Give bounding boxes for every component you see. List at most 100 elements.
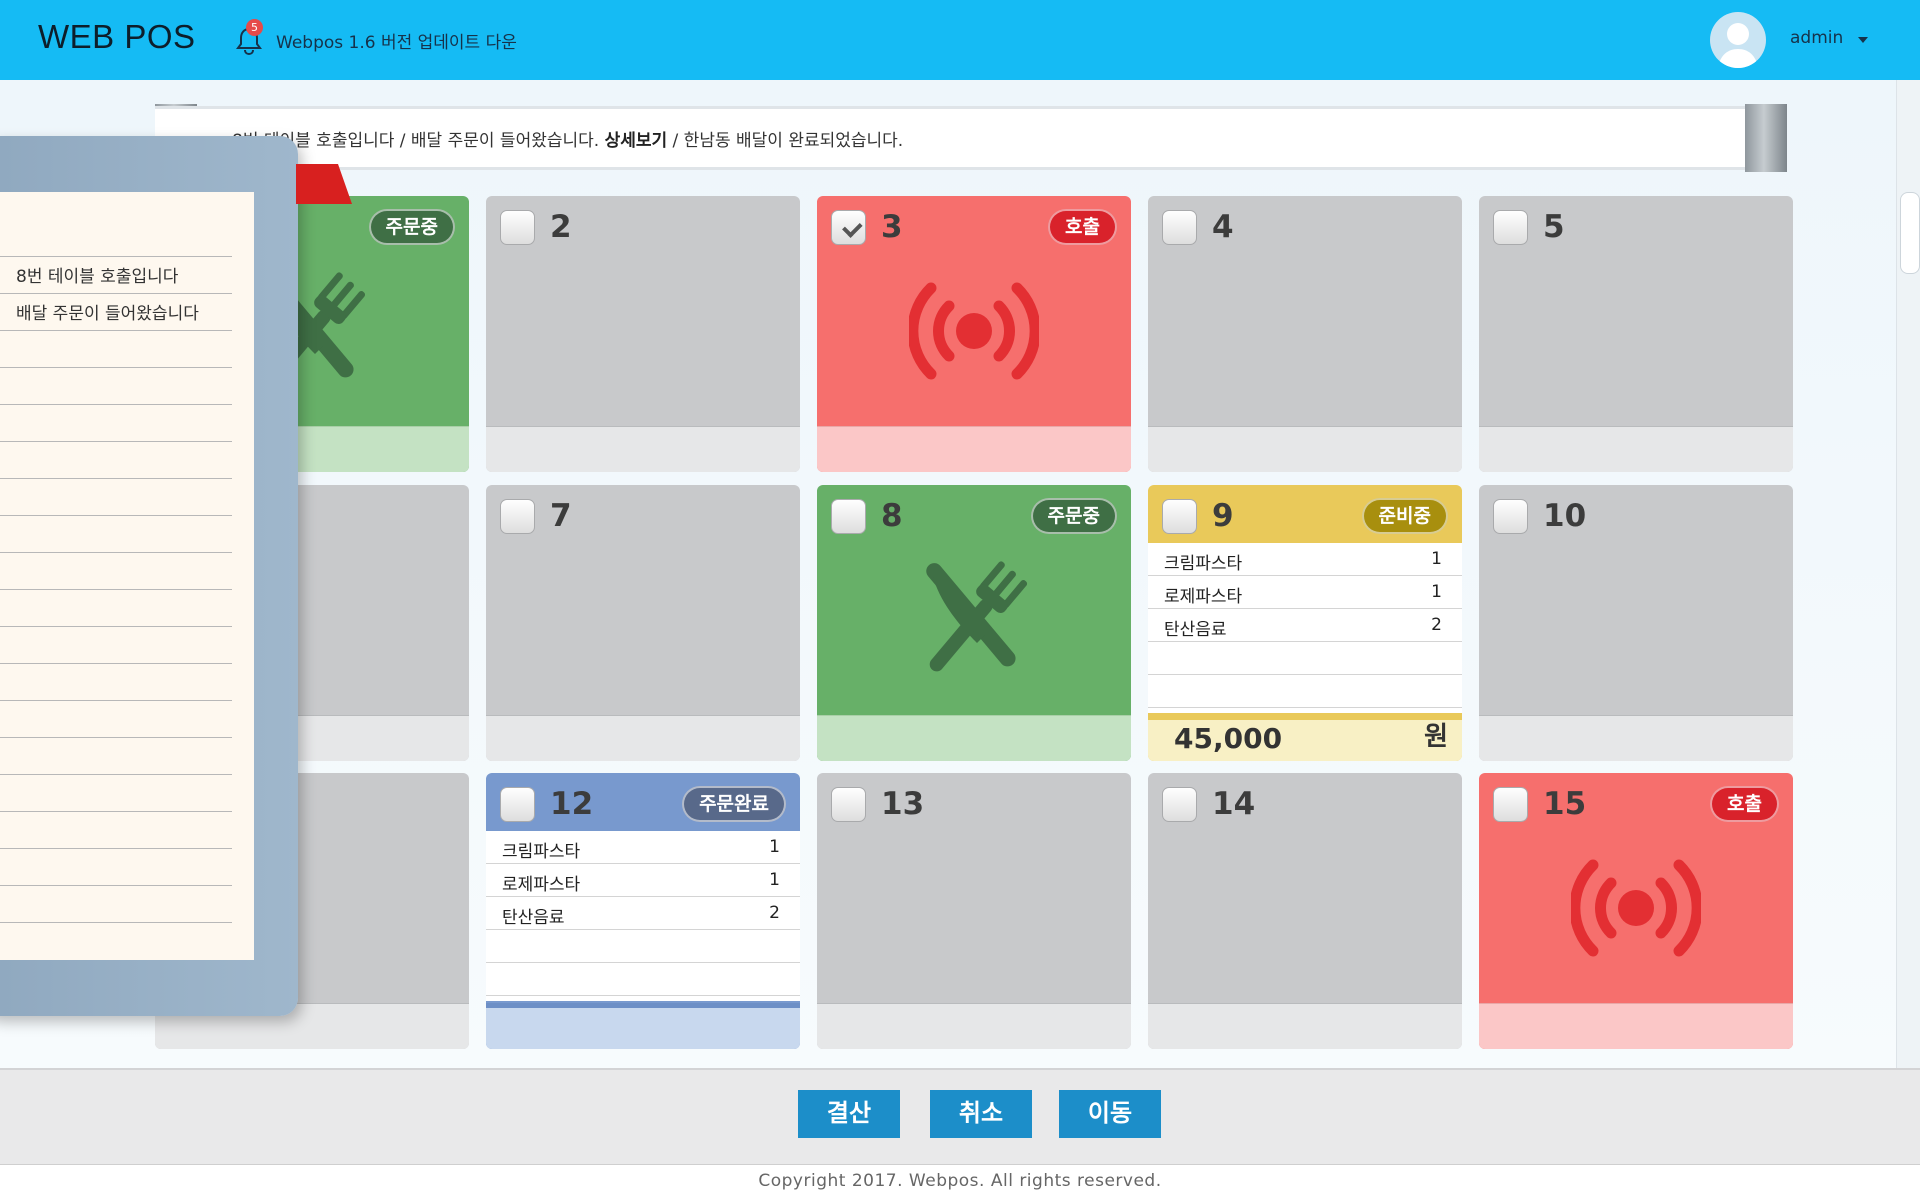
order-row [486,963,800,996]
table-footer [486,426,800,472]
table-card-12[interactable]: 12 주문완료 크림파스타 1 로제파스타 1 탄산음료 2 [486,773,800,1049]
order-item-name: 로제파스타 [502,875,581,895]
table-checkbox[interactable] [1162,787,1197,822]
table-number: 14 [1212,786,1256,822]
table-card-15[interactable]: 15 호출 [1479,773,1793,1049]
order-item-qty: 2 [1431,615,1442,635]
table-checkbox[interactable] [1162,210,1197,245]
memo-line [0,663,232,664]
ticker-detail-link[interactable]: 상세보기 [605,131,668,151]
memo-line [0,330,232,331]
table-card-10[interactable]: 10 [1479,485,1793,761]
table-checkbox[interactable] [831,210,866,245]
settle-button[interactable]: 결산 [798,1090,900,1138]
table-checkbox[interactable] [1493,499,1528,534]
memo-line [0,700,232,701]
memo-line [0,552,232,553]
order-item-qty: 2 [769,903,780,923]
table-footer [1479,1003,1793,1049]
cancel-button[interactable]: 취소 [930,1090,1032,1138]
order-row: 로제파스타 1 [486,864,800,897]
table-number: 13 [881,786,925,822]
table-card-9[interactable]: 9 준비중 크림파스타 1 로제파스타 1 탄산음료 2 45,000 원 [1148,485,1462,761]
order-item-name: 크림파스타 [502,842,581,862]
table-number: 7 [550,498,572,534]
ticker-right-cap [1745,104,1787,172]
order-total: 45,000 [1174,722,1283,755]
table-checkbox[interactable] [831,499,866,534]
memo-line [0,589,232,590]
table-number: 5 [1543,209,1565,245]
table-status-badge: 주문중 [1030,498,1117,534]
caret-down-icon[interactable] [1858,37,1868,43]
user-silhouette-icon [1718,23,1758,68]
table-number: 9 [1212,498,1234,534]
ticker-message-end: / 한남동 배달이 완료되었습니다. [667,131,904,151]
table-checkbox[interactable] [1493,210,1528,245]
user-menu-name[interactable]: admin [1790,28,1843,48]
table-status-badge: 호출 [1048,209,1117,245]
order-row: 탄산음료 2 [486,897,800,930]
table-checkbox[interactable] [500,787,535,822]
memo-panel[interactable]: 8번 테이블 호출입니다배달 주문이 들어왔습니다 [0,136,298,1016]
memo-line [0,293,232,294]
table-number: 10 [1543,498,1587,534]
memo-line [0,367,232,368]
table-card-3[interactable]: 3 호출 [817,196,1131,472]
memo-line [0,404,232,405]
memo-line [0,774,232,775]
table-card-5[interactable]: 5 [1479,196,1793,472]
table-checkbox[interactable] [500,210,535,245]
order-item-name: 크림파스타 [1164,554,1243,574]
table-footer [817,1003,1131,1049]
broadcast-icon [909,282,1039,380]
update-notice-link[interactable]: Webpos 1.6 버전 업데이트 다운 [276,28,517,53]
table-footer [817,426,1131,472]
memo-line [0,848,232,849]
table-checkbox[interactable] [1162,499,1197,534]
table-footer [817,715,1131,761]
memo-line [0,256,232,257]
table-card-13[interactable]: 13 [817,773,1131,1049]
table-footer [1148,426,1462,472]
table-footer [486,1003,800,1049]
brand-logo[interactable]: WEB POS [38,18,196,56]
order-row: 크림파스타 1 [486,831,800,864]
table-number: 2 [550,209,572,245]
scrollbar-thumb[interactable] [1900,192,1920,274]
memo-item: 8번 테이블 호출입니다 [16,267,179,287]
table-checkbox[interactable] [500,499,535,534]
table-footer [1479,715,1793,761]
user-avatar[interactable] [1710,12,1766,68]
table-checkbox[interactable] [1493,787,1528,822]
table-footer [1148,1003,1462,1049]
ticker-text: 8번 테이블 호출입니다 / 배달 주문이 들어왔습니다. 상세보기 / 한남동… [232,126,903,151]
notification-count-badge: 5 [246,19,263,36]
table-number: 3 [881,209,903,245]
order-item-name: 탄산음료 [502,908,565,928]
table-card-14[interactable]: 14 [1148,773,1462,1049]
memo-paper: 8번 테이블 호출입니다배달 주문이 들어왔습니다 [0,192,254,960]
table-card-4[interactable]: 4 [1148,196,1462,472]
order-item-name: 탄산음료 [1164,620,1227,640]
table-number: 15 [1543,786,1587,822]
table-card-8[interactable]: 8 주문중 [817,485,1131,761]
table-status-badge: 호출 [1710,786,1779,822]
table-number: 4 [1212,209,1234,245]
table-checkbox[interactable] [831,787,866,822]
order-list: 크림파스타 1 로제파스타 1 탄산음료 2 [1148,543,1462,713]
order-row [1148,675,1462,708]
table-footer: 45,000 원 [1148,715,1462,761]
table-footer [486,715,800,761]
table-status-badge: 주문중 [368,209,455,245]
table-number: 8 [881,498,903,534]
broadcast-icon [1571,859,1701,957]
table-card-2[interactable]: 2 [486,196,800,472]
table-card-7[interactable]: 7 [486,485,800,761]
move-button[interactable]: 이동 [1059,1090,1161,1138]
table-status-badge: 주문완료 [682,786,786,822]
order-row [486,930,800,963]
order-row: 탄산음료 2 [1148,609,1462,642]
currency-unit: 원 [1424,722,1448,752]
memo-item: 배달 주문이 들어왔습니다 [16,304,199,324]
